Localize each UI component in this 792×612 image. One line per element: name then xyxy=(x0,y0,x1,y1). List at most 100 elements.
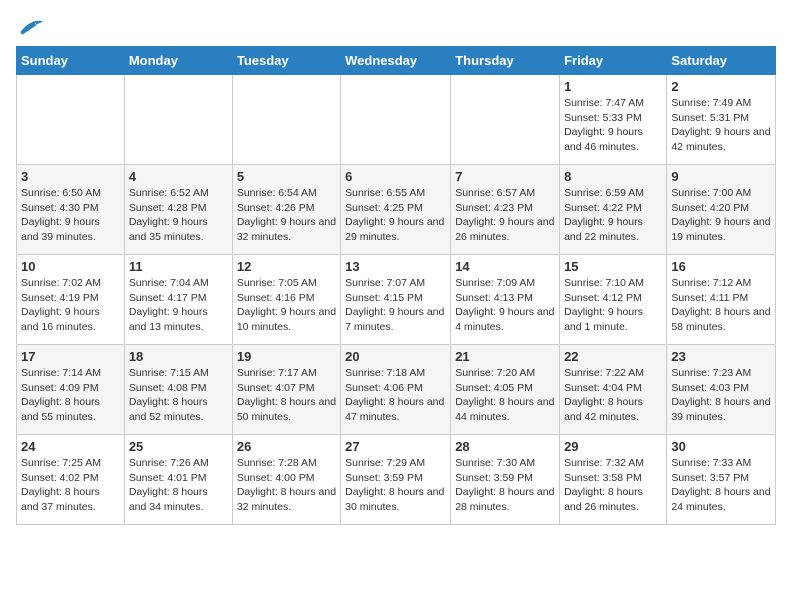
day-number: 7 xyxy=(455,169,555,184)
day-info: Sunrise: 6:54 AM Sunset: 4:26 PM Dayligh… xyxy=(237,186,336,245)
day-number: 8 xyxy=(564,169,662,184)
calendar-cell: 16 Sunrise: 7:12 AM Sunset: 4:11 PM Dayli… xyxy=(667,255,776,345)
col-header-wednesday: Wednesday xyxy=(341,47,451,75)
day-info: Sunrise: 7:22 AM Sunset: 4:04 PM Dayligh… xyxy=(564,366,662,425)
day-info: Sunrise: 7:20 AM Sunset: 4:05 PM Dayligh… xyxy=(455,366,555,425)
day-number: 24 xyxy=(21,439,120,454)
col-header-friday: Friday xyxy=(560,47,667,75)
day-number: 23 xyxy=(671,349,771,364)
col-header-thursday: Thursday xyxy=(451,47,560,75)
calendar-cell: 15 Sunrise: 7:10 AM Sunset: 4:12 PM Dayli… xyxy=(560,255,667,345)
logo-bird-icon xyxy=(16,18,44,36)
day-info: Sunrise: 6:52 AM Sunset: 4:28 PM Dayligh… xyxy=(129,186,228,245)
calendar-table: SundayMondayTuesdayWednesdayThursdayFrid… xyxy=(16,46,776,525)
day-info: Sunrise: 7:14 AM Sunset: 4:09 PM Dayligh… xyxy=(21,366,120,425)
calendar-cell: 7 Sunrise: 6:57 AM Sunset: 4:23 PM Daylig… xyxy=(451,165,560,255)
day-number: 27 xyxy=(345,439,446,454)
calendar-cell: 25 Sunrise: 7:26 AM Sunset: 4:01 PM Dayli… xyxy=(124,435,232,525)
day-number: 28 xyxy=(455,439,555,454)
calendar-cell xyxy=(341,75,451,165)
day-number: 15 xyxy=(564,259,662,274)
day-info: Sunrise: 7:09 AM Sunset: 4:13 PM Dayligh… xyxy=(455,276,555,335)
calendar-cell: 2 Sunrise: 7:49 AM Sunset: 5:31 PM Daylig… xyxy=(667,75,776,165)
calendar-cell: 28 Sunrise: 7:30 AM Sunset: 3:59 PM Dayli… xyxy=(451,435,560,525)
calendar-cell xyxy=(124,75,232,165)
calendar-header xyxy=(16,16,776,36)
day-info: Sunrise: 7:33 AM Sunset: 3:57 PM Dayligh… xyxy=(671,456,771,515)
day-number: 26 xyxy=(237,439,336,454)
col-header-sunday: Sunday xyxy=(17,47,125,75)
calendar-cell: 18 Sunrise: 7:15 AM Sunset: 4:08 PM Dayli… xyxy=(124,345,232,435)
day-number: 10 xyxy=(21,259,120,274)
calendar-cell: 23Sunrise: 7:23 AM Sunset: 4:03 PM Dayli… xyxy=(667,345,776,435)
day-number: 17 xyxy=(21,349,120,364)
day-info: Sunrise: 6:59 AM Sunset: 4:22 PM Dayligh… xyxy=(564,186,662,245)
day-number: 3 xyxy=(21,169,120,184)
day-info: Sunrise: 6:57 AM Sunset: 4:23 PM Dayligh… xyxy=(455,186,555,245)
calendar-cell: 22Sunrise: 7:22 AM Sunset: 4:04 PM Dayli… xyxy=(560,345,667,435)
day-info: Sunrise: 7:17 AM Sunset: 4:07 PM Dayligh… xyxy=(237,366,336,425)
logo xyxy=(16,16,48,36)
day-number: 11 xyxy=(129,259,228,274)
day-info: Sunrise: 6:50 AM Sunset: 4:30 PM Dayligh… xyxy=(21,186,120,245)
day-number: 29 xyxy=(564,439,662,454)
day-number: 13 xyxy=(345,259,446,274)
day-info: Sunrise: 7:32 AM Sunset: 3:58 PM Dayligh… xyxy=(564,456,662,515)
calendar-week-4: 17 Sunrise: 7:14 AM Sunset: 4:09 PM Dayli… xyxy=(17,345,776,435)
calendar-cell: 26 Sunrise: 7:28 AM Sunset: 4:00 PM Dayli… xyxy=(232,435,340,525)
day-info: Sunrise: 7:26 AM Sunset: 4:01 PM Dayligh… xyxy=(129,456,228,515)
calendar-cell xyxy=(451,75,560,165)
day-number: 9 xyxy=(671,169,771,184)
day-info: Sunrise: 7:04 AM Sunset: 4:17 PM Dayligh… xyxy=(129,276,228,335)
day-number: 16 xyxy=(671,259,771,274)
day-number: 30 xyxy=(671,439,771,454)
day-info: Sunrise: 7:49 AM Sunset: 5:31 PM Dayligh… xyxy=(671,96,771,155)
calendar-week-2: 3 Sunrise: 6:50 AM Sunset: 4:30 PM Daylig… xyxy=(17,165,776,255)
calendar-week-1: 1Sunrise: 7:47 AM Sunset: 5:33 PM Daylig… xyxy=(17,75,776,165)
calendar-cell: 30 Sunrise: 7:33 AM Sunset: 3:57 PM Dayli… xyxy=(667,435,776,525)
day-number: 4 xyxy=(129,169,228,184)
day-number: 12 xyxy=(237,259,336,274)
calendar-cell: 24 Sunrise: 7:25 AM Sunset: 4:02 PM Dayli… xyxy=(17,435,125,525)
calendar-cell: 19 Sunrise: 7:17 AM Sunset: 4:07 PM Dayli… xyxy=(232,345,340,435)
day-info: Sunrise: 7:12 AM Sunset: 4:11 PM Dayligh… xyxy=(671,276,771,335)
col-header-saturday: Saturday xyxy=(667,47,776,75)
calendar-cell: 4 Sunrise: 6:52 AM Sunset: 4:28 PM Daylig… xyxy=(124,165,232,255)
calendar-cell: 3 Sunrise: 6:50 AM Sunset: 4:30 PM Daylig… xyxy=(17,165,125,255)
day-info: Sunrise: 6:55 AM Sunset: 4:25 PM Dayligh… xyxy=(345,186,446,245)
calendar-cell: 8 Sunrise: 6:59 AM Sunset: 4:22 PM Daylig… xyxy=(560,165,667,255)
day-number: 1 xyxy=(564,79,662,94)
calendar-cell: 29 Sunrise: 7:32 AM Sunset: 3:58 PM Dayli… xyxy=(560,435,667,525)
day-info: Sunrise: 7:15 AM Sunset: 4:08 PM Dayligh… xyxy=(129,366,228,425)
calendar-cell: 21Sunrise: 7:20 AM Sunset: 4:05 PM Dayli… xyxy=(451,345,560,435)
calendar-cell: 11 Sunrise: 7:04 AM Sunset: 4:17 PM Dayli… xyxy=(124,255,232,345)
day-number: 25 xyxy=(129,439,228,454)
calendar-cell: 17 Sunrise: 7:14 AM Sunset: 4:09 PM Dayli… xyxy=(17,345,125,435)
day-number: 14 xyxy=(455,259,555,274)
day-info: Sunrise: 7:30 AM Sunset: 3:59 PM Dayligh… xyxy=(455,456,555,515)
col-header-monday: Monday xyxy=(124,47,232,75)
day-info: Sunrise: 7:02 AM Sunset: 4:19 PM Dayligh… xyxy=(21,276,120,335)
day-info: Sunrise: 7:10 AM Sunset: 4:12 PM Dayligh… xyxy=(564,276,662,335)
calendar-cell: 10 Sunrise: 7:02 AM Sunset: 4:19 PM Dayli… xyxy=(17,255,125,345)
calendar-cell: 1Sunrise: 7:47 AM Sunset: 5:33 PM Daylig… xyxy=(560,75,667,165)
calendar-cell: 27Sunrise: 7:29 AM Sunset: 3:59 PM Dayli… xyxy=(341,435,451,525)
calendar-cell: 6Sunrise: 6:55 AM Sunset: 4:25 PM Daylig… xyxy=(341,165,451,255)
day-info: Sunrise: 7:25 AM Sunset: 4:02 PM Dayligh… xyxy=(21,456,120,515)
calendar-cell: 9Sunrise: 7:00 AM Sunset: 4:20 PM Daylig… xyxy=(667,165,776,255)
day-info: Sunrise: 7:05 AM Sunset: 4:16 PM Dayligh… xyxy=(237,276,336,335)
calendar-cell: 13 Sunrise: 7:07 AM Sunset: 4:15 PM Dayli… xyxy=(341,255,451,345)
day-number: 18 xyxy=(129,349,228,364)
calendar-cell: 14 Sunrise: 7:09 AM Sunset: 4:13 PM Dayli… xyxy=(451,255,560,345)
calendar-header-row: SundayMondayTuesdayWednesdayThursdayFrid… xyxy=(17,47,776,75)
day-number: 19 xyxy=(237,349,336,364)
calendar-week-3: 10 Sunrise: 7:02 AM Sunset: 4:19 PM Dayli… xyxy=(17,255,776,345)
calendar-cell: 20 Sunrise: 7:18 AM Sunset: 4:06 PM Dayli… xyxy=(341,345,451,435)
day-number: 20 xyxy=(345,349,446,364)
day-number: 2 xyxy=(671,79,771,94)
day-info: Sunrise: 7:07 AM Sunset: 4:15 PM Dayligh… xyxy=(345,276,446,335)
day-info: Sunrise: 7:28 AM Sunset: 4:00 PM Dayligh… xyxy=(237,456,336,515)
col-header-tuesday: Tuesday xyxy=(232,47,340,75)
calendar-cell xyxy=(232,75,340,165)
day-info: Sunrise: 7:18 AM Sunset: 4:06 PM Dayligh… xyxy=(345,366,446,425)
